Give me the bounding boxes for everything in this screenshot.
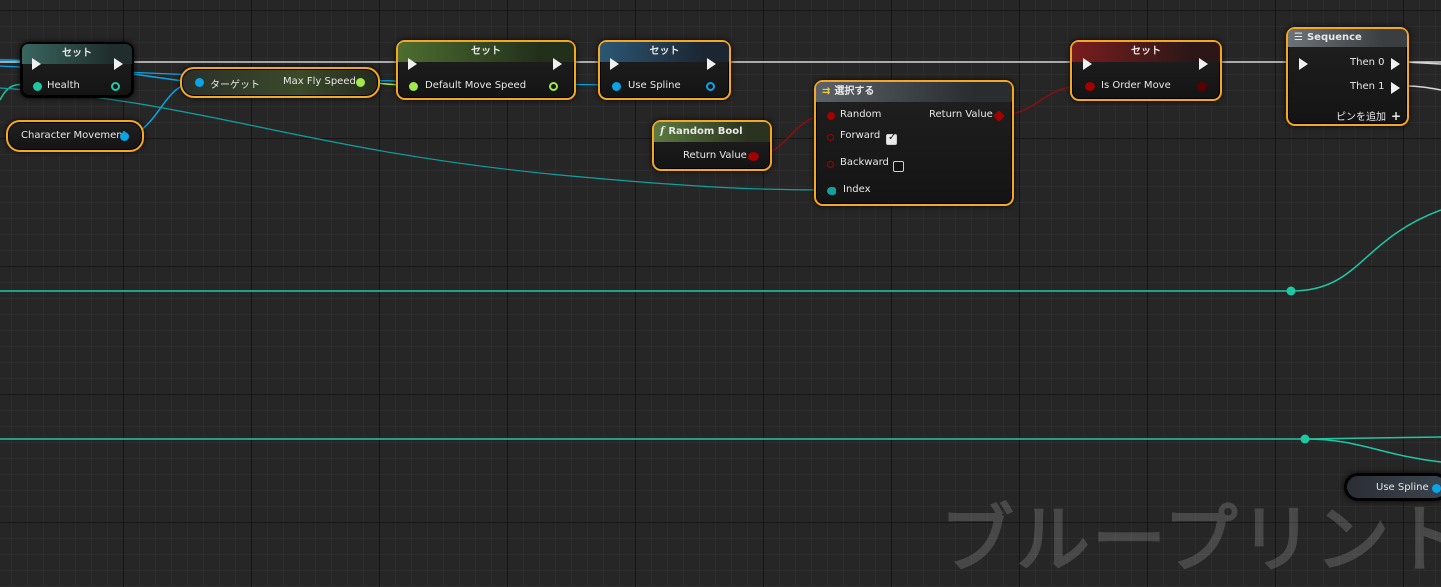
default-move-speed-label: Default Move Speed: [425, 80, 527, 91]
random-bool-node[interactable]: f Random Bool Return Value: [652, 120, 772, 171]
select-output-pin[interactable]: [993, 110, 1005, 122]
is-order-move-input-pin[interactable]: [1085, 82, 1095, 91]
is-order-move-label: Is Order Move: [1101, 80, 1171, 91]
backward-input-pin[interactable]: [827, 161, 834, 168]
exec-wire-then1: [1404, 85, 1441, 91]
forward-pin-label: Forward: [840, 130, 881, 141]
max-fly-speed-label: Max Fly Speed: [283, 76, 356, 87]
reroute-node-2: [1300, 434, 1310, 444]
character-movement-output-pin[interactable]: [120, 132, 129, 141]
set-default-move-speed-node[interactable]: セット Default Move Speed: [396, 40, 576, 100]
forward-checkbox[interactable]: ✓: [886, 132, 897, 145]
set-is-order-move-title: セット: [1072, 42, 1220, 62]
add-pin-label: ピンを追加: [1336, 112, 1386, 123]
index-pin-label: Index: [843, 184, 871, 195]
plus-icon: +: [1391, 109, 1402, 123]
add-pin-button[interactable]: ピンを追加 +: [1336, 108, 1401, 123]
then-0-pin[interactable]: [1391, 58, 1400, 70]
int-wire-row-291: [0, 209, 1441, 292]
exec-out-pin[interactable]: [553, 58, 562, 70]
random-bool-title: f Random Bool: [654, 122, 770, 142]
select-return-label: Return Value: [929, 109, 993, 120]
character-movement-label: Character Movement: [21, 130, 127, 141]
use-spline-input-pin[interactable]: [612, 82, 621, 91]
set-is-order-move-node[interactable]: セット Is Order Move: [1070, 40, 1222, 101]
exec-out-pin[interactable]: [114, 58, 123, 70]
random-pin-label: Random: [840, 109, 882, 120]
exec-in-pin[interactable]: [1083, 58, 1092, 70]
then-1-label: Then 1: [1350, 81, 1385, 92]
int-wire-row-439: [0, 436, 1441, 440]
is-order-move-output-pin[interactable]: [1197, 82, 1207, 91]
forward-input-pin[interactable]: [827, 134, 834, 141]
exec-in-pin[interactable]: [1299, 58, 1308, 70]
target-input-pin[interactable]: [195, 78, 204, 87]
use-spline-output-pin[interactable]: [706, 82, 715, 91]
random-input-pin[interactable]: [827, 112, 835, 120]
then-1-pin[interactable]: [1391, 82, 1400, 94]
function-icon: f: [660, 126, 665, 137]
default-move-speed-output-pin[interactable]: [549, 82, 558, 91]
select-icon: ⇉: [822, 86, 831, 97]
backward-checkbox[interactable]: [893, 161, 904, 172]
index-input-pin[interactable]: [827, 187, 836, 195]
reroute-node-1: [1286, 286, 1296, 296]
default-move-speed-input-pin[interactable]: [409, 82, 418, 91]
sequence-title: ☰ Sequence: [1288, 29, 1407, 47]
random-bool-title-text: Random Bool: [668, 126, 743, 137]
select-node[interactable]: ⇉ 選択する Random Return Value Forward ✓ Back…: [814, 80, 1014, 206]
set-use-spline-node[interactable]: セット Use Spline: [598, 40, 731, 100]
use-spline-pin-label: Use Spline: [628, 80, 681, 91]
backward-pin-label: Backward: [840, 157, 889, 168]
then-0-label: Then 0: [1350, 57, 1385, 68]
blueprint-watermark: ブループリント: [940, 497, 1441, 583]
int-wire-branch: [1304, 438, 1441, 463]
health-output-pin[interactable]: [111, 82, 120, 91]
set-default-move-speed-title: セット: [398, 42, 574, 62]
checkmark-icon: ✓: [888, 132, 897, 143]
sequence-title-text: Sequence: [1306, 32, 1362, 43]
set-health-node[interactable]: セット Health: [20, 42, 134, 98]
select-title-text: 選択する: [834, 86, 875, 97]
exec-out-pin[interactable]: [707, 58, 716, 70]
health-input-pin[interactable]: [33, 82, 42, 91]
exec-in-pin[interactable]: [32, 58, 41, 70]
health-pin-label: Health: [47, 80, 80, 91]
character-movement-node[interactable]: Character Movement: [6, 120, 144, 152]
sequence-icon: ☰: [1294, 32, 1303, 43]
exec-out-pin[interactable]: [1199, 58, 1208, 70]
sequence-node[interactable]: ☰ Sequence Then 0 Then 1 ピンを追加 +: [1286, 27, 1409, 126]
exec-in-pin[interactable]: [408, 58, 417, 70]
max-fly-speed-node[interactable]: ターゲット Max Fly Speed: [180, 67, 380, 98]
target-pin-label: ターゲット: [210, 80, 260, 91]
random-bool-return-label: Return Value: [683, 150, 747, 161]
select-title: ⇉ 選択する: [816, 82, 1012, 102]
max-fly-speed-output-pin[interactable]: [356, 78, 365, 87]
random-bool-output-pin[interactable]: [748, 152, 759, 161]
exec-in-pin[interactable]: [610, 58, 619, 70]
